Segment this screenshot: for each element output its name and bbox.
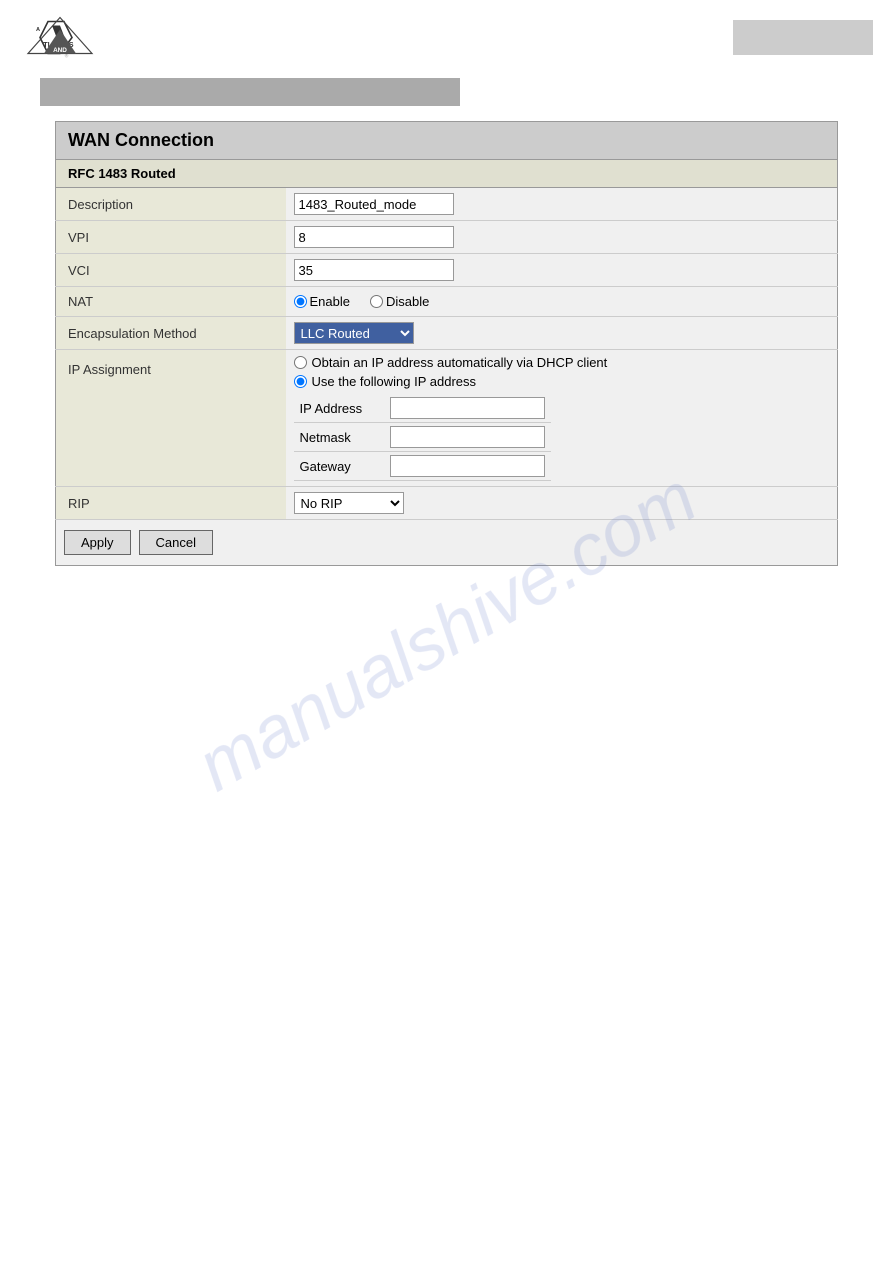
- netmask-sub-label: Netmask: [294, 423, 384, 452]
- rip-label: RIP: [56, 487, 286, 520]
- ip-manual-text: Use the following IP address: [312, 374, 477, 389]
- netmask-row: Netmask: [294, 423, 551, 452]
- nav-bar: [40, 78, 460, 106]
- netmask-sub-cell: [384, 423, 551, 452]
- main-content: WAN Connection RFC 1483 Routed Descripti…: [55, 121, 838, 566]
- description-row: Description: [56, 188, 838, 221]
- logo-area: TLANTIS A ® AND: [20, 10, 100, 65]
- description-label: Description: [56, 188, 286, 221]
- section-subtitle: RFC 1483 Routed: [56, 160, 838, 188]
- ip-dhcp-radio[interactable]: [294, 356, 307, 369]
- vpi-input[interactable]: [294, 226, 454, 248]
- encapsulation-row: Encapsulation Method LLC Routed VC Route…: [56, 317, 838, 350]
- nat-disable-radio[interactable]: [370, 295, 383, 308]
- gateway-row: Gateway: [294, 452, 551, 481]
- nat-row: NAT Enable Disable: [56, 287, 838, 317]
- buttons-row: Apply Cancel: [55, 520, 838, 566]
- encapsulation-value-cell: LLC Routed VC Routed: [286, 317, 838, 350]
- ip-assignment-label: IP Assignment: [56, 350, 286, 487]
- wan-connection-form: RFC 1483 Routed Description VPI VCI NAT: [55, 160, 838, 520]
- atlantis-logo: TLANTIS A ® AND: [20, 10, 100, 65]
- nat-disable-label[interactable]: Disable: [370, 294, 429, 309]
- ip-address-row: IP Address: [294, 394, 551, 423]
- rip-select[interactable]: No RIP RIP v1 RIP v2: [294, 492, 404, 514]
- svg-text:A: A: [36, 27, 40, 33]
- vpi-row: VPI: [56, 221, 838, 254]
- ip-sub-table: IP Address Netmask Gateway: [294, 394, 551, 481]
- vci-row: VCI: [56, 254, 838, 287]
- nat-disable-text: Disable: [386, 294, 429, 309]
- netmask-input[interactable]: [390, 426, 545, 448]
- rip-value-cell: No RIP RIP v1 RIP v2: [286, 487, 838, 520]
- gateway-sub-label: Gateway: [294, 452, 384, 481]
- gateway-input[interactable]: [390, 455, 545, 477]
- rip-row: RIP No RIP RIP v1 RIP v2: [56, 487, 838, 520]
- cancel-button[interactable]: Cancel: [139, 530, 213, 555]
- encapsulation-label: Encapsulation Method: [56, 317, 286, 350]
- nat-enable-text: Enable: [310, 294, 350, 309]
- header-action-button[interactable]: [733, 20, 873, 55]
- ip-address-sub-cell: [384, 394, 551, 423]
- ip-manual-radio[interactable]: [294, 375, 307, 388]
- ip-assignment-row: IP Assignment Obtain an IP address autom…: [56, 350, 838, 487]
- nat-enable-radio[interactable]: [294, 295, 307, 308]
- gateway-sub-cell: [384, 452, 551, 481]
- vci-label: VCI: [56, 254, 286, 287]
- nat-enable-label[interactable]: Enable: [294, 294, 350, 309]
- ip-dhcp-text: Obtain an IP address automatically via D…: [312, 355, 608, 370]
- description-value-cell: [286, 188, 838, 221]
- ip-manual-option: Use the following IP address: [294, 374, 830, 389]
- nat-radio-group: Enable Disable: [294, 294, 830, 309]
- description-input[interactable]: [294, 193, 454, 215]
- encapsulation-select[interactable]: LLC Routed VC Routed: [294, 322, 414, 344]
- ip-address-input[interactable]: [390, 397, 545, 419]
- vci-value-cell: [286, 254, 838, 287]
- ip-address-sub-label: IP Address: [294, 394, 384, 423]
- page-title: WAN Connection: [55, 121, 838, 160]
- ip-options: Obtain an IP address automatically via D…: [294, 355, 830, 389]
- page-header: TLANTIS A ® AND: [0, 0, 893, 65]
- apply-button[interactable]: Apply: [64, 530, 131, 555]
- nat-value-cell: Enable Disable: [286, 287, 838, 317]
- nat-label: NAT: [56, 287, 286, 317]
- ip-dhcp-option: Obtain an IP address automatically via D…: [294, 355, 830, 370]
- svg-text:AND: AND: [53, 47, 67, 54]
- vpi-label: VPI: [56, 221, 286, 254]
- ip-assignment-value-cell: Obtain an IP address automatically via D…: [286, 350, 838, 487]
- vci-input[interactable]: [294, 259, 454, 281]
- section-header-row: RFC 1483 Routed: [56, 160, 838, 188]
- vpi-value-cell: [286, 221, 838, 254]
